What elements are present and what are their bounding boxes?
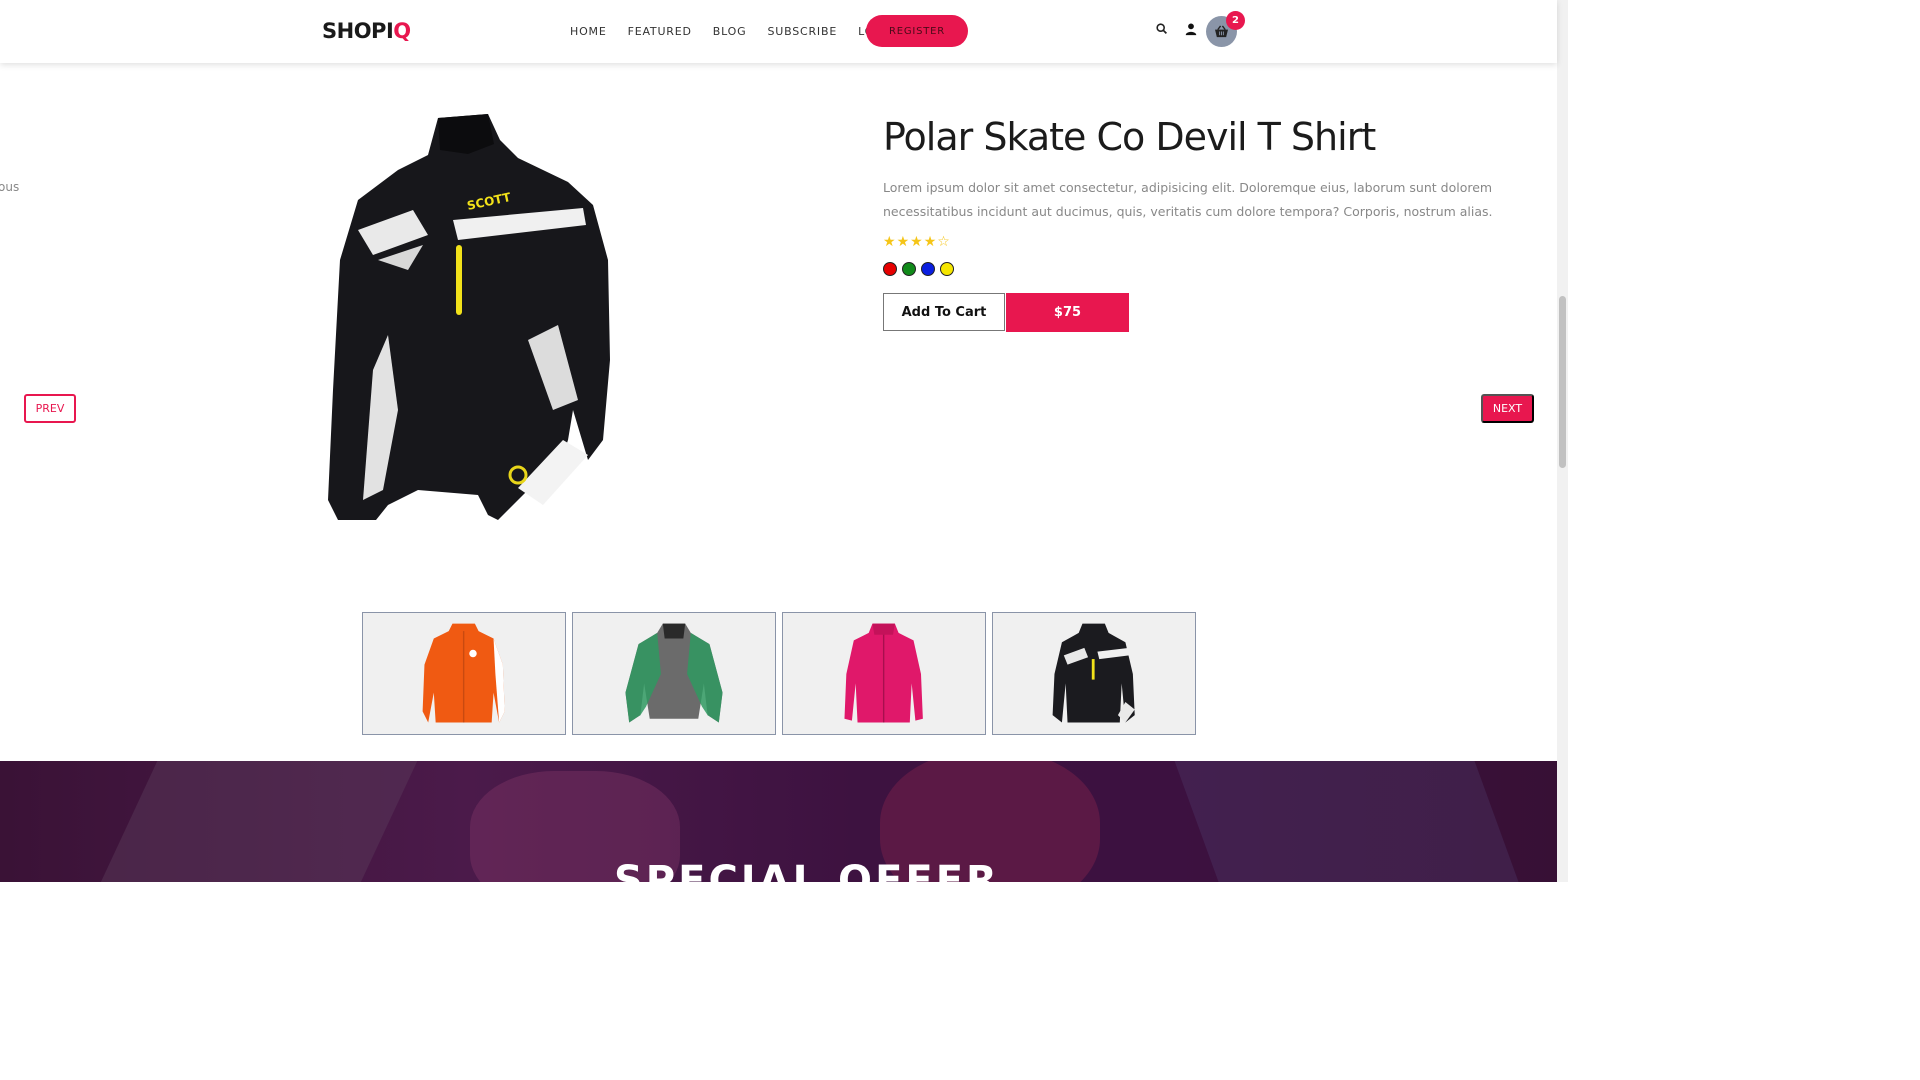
pink-fleece-jacket-image [844,623,924,723]
black-scott-jacket-image [1052,623,1136,723]
thumbnail-orange-jacket[interactable] [362,612,566,735]
nav-home[interactable]: HOME [570,25,607,39]
star-filled-icon: ★ [923,234,937,250]
banner-title: SPECIAL OFFER [614,858,1000,882]
logo-text: SHOPI [322,19,394,43]
prev-button[interactable]: PREV [24,394,76,423]
thumbnail-pink-fleece-jacket[interactable] [782,612,986,735]
logo-accent: Q [393,19,411,43]
search-icon[interactable] [1155,22,1169,36]
banner-background-shape [82,761,418,882]
color-swatch-red[interactable] [883,262,897,276]
cart-count-badge: 2 [1226,11,1245,30]
thumbnail-grey-green-jacket[interactable] [572,612,776,735]
basket-icon [1215,25,1228,38]
grey-green-jacket-image [625,623,723,723]
price-button[interactable]: $75 [1006,293,1129,332]
logo[interactable]: SHOPIQ [322,19,411,43]
user-icon[interactable] [1184,22,1198,36]
star-filled-icon: ★ [910,234,923,250]
color-swatch-blue[interactable] [921,262,935,276]
nav-featured[interactable]: FEATURED [628,25,692,39]
star-empty-icon: ☆ [937,234,950,250]
site-header: SHOPIQ HOME FEATURED BLOG SUBSCRIBE LOGI… [0,0,1557,63]
color-swatches [883,262,954,276]
nav-subscribe[interactable]: SUBSCRIBE [767,25,837,39]
product-description: Lorem ipsum dolor sit amet consectetur, … [883,180,1493,219]
scrollbar-thumb[interactable] [1559,296,1566,468]
star-filled-icon: ★ [896,234,910,250]
orange-jacket-image [422,623,506,723]
register-button[interactable]: REGISTER [866,15,968,47]
product-rating: ★ ★ ★ ★ ☆ [883,233,950,251]
thumbnail-black-scott-jacket[interactable] [992,612,1196,735]
next-button[interactable]: NEXT [1481,394,1534,423]
color-swatch-green[interactable] [902,262,916,276]
special-offer-banner: SPECIAL OFFER [0,761,1557,882]
previous-slide-text: ous [0,180,20,194]
star-filled-icon: ★ [883,234,896,250]
color-swatch-yellow[interactable] [940,262,954,276]
banner-background-shape [1167,761,1533,882]
add-to-cart-button[interactable]: Add To Cart [883,293,1005,331]
product-title: Polar Skate Co Devil T Shirt [883,115,1376,159]
product-image: SCOTT [328,114,610,520]
nav-blog[interactable]: BLOG [713,25,747,39]
